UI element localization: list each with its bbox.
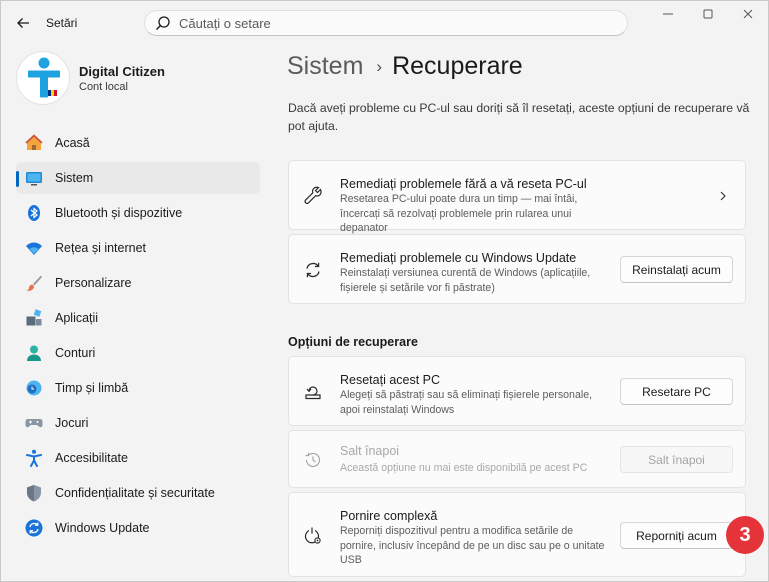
maximize-icon [703, 9, 713, 19]
wifi-icon [26, 242, 42, 255]
sidebar-item-gaming[interactable]: Jocuri [16, 407, 260, 439]
sidebar-item-label: Accesibilitate [55, 451, 128, 465]
restart-now-button[interactable]: Reporniți acum [620, 522, 733, 549]
sidebar-item-label: Timp și limbă [55, 381, 129, 395]
sidebar-item-privacy-security[interactable]: Confidențialitate și securitate [16, 477, 260, 509]
wrench-icon [304, 186, 322, 204]
sidebar-item-label: Conturi [55, 346, 96, 360]
step-number-badge: 3 [726, 516, 764, 554]
troubleshoot-card[interactable]: Remediați problemele fără a vă reseta PC… [288, 160, 746, 234]
account-type: Cont local [79, 81, 128, 93]
sidebar-item-label: Confidențialitate și securitate [55, 486, 215, 500]
go-back-button: Salt înapoi [620, 446, 733, 473]
search-icon [156, 16, 170, 30]
sidebar-nav: Acasă Sistem Bluetooth și dispozitive Re… [16, 127, 260, 547]
accessibility-icon [26, 449, 42, 467]
card-title: Resetați acest PC [340, 373, 441, 387]
intro-text: Dacă aveți probleme cu PC-ul sau doriți … [288, 101, 750, 133]
card-title: Remediați problemele cu Windows Update [340, 251, 577, 265]
apps-icon [26, 309, 42, 326]
sidebar-item-accessibility[interactable]: Accesibilitate [16, 442, 260, 474]
card-title: Salt înapoi [340, 444, 400, 458]
window-controls [648, 1, 768, 27]
recovery-options-heading: Opțiuni de recuperare [288, 335, 418, 349]
settings-window: Setări Digital Citizen Con [0, 0, 769, 582]
app-title: Setări [46, 16, 78, 30]
home-icon [25, 134, 43, 150]
sidebar-item-home[interactable]: Acasă [16, 127, 260, 159]
go-back-card: Salt înapoi Această opțiune nu mai este … [288, 430, 746, 488]
reset-pc-card: Resetați acest PC Alegeți să păstrați sa… [288, 356, 746, 426]
sidebar-item-personalization[interactable]: Personalizare [16, 267, 260, 299]
reset-pc-icon [305, 386, 321, 400]
accounts-icon [27, 345, 41, 361]
sidebar-item-label: Personalizare [55, 276, 132, 290]
system-icon [26, 172, 42, 186]
refresh-icon [306, 262, 320, 278]
card-title: Pornire complexă [340, 509, 438, 523]
reset-pc-button[interactable]: Resetare PC [620, 378, 733, 405]
shield-icon [27, 485, 41, 502]
card-description: Resetarea PC-ului poate dura un timp — m… [340, 193, 578, 234]
close-icon [743, 9, 753, 19]
close-button[interactable] [728, 1, 768, 27]
card-title: Remediați problemele fără a vă reseta PC… [340, 177, 587, 191]
card-description: Această opțiune nu mai este disponibilă … [340, 462, 588, 474]
sidebar-item-label: Sistem [55, 171, 94, 185]
bluetooth-icon [28, 205, 40, 221]
sidebar-item-label: Windows Update [55, 521, 150, 535]
avatar[interactable] [16, 51, 70, 105]
back-arrow-icon [17, 18, 29, 28]
sidebar-item-label: Acasă [55, 136, 90, 150]
fix-windows-update-card: Remediați problemele cu Windows Update R… [288, 234, 746, 304]
sidebar-item-system[interactable]: Sistem [16, 162, 260, 194]
sidebar-item-label: Aplicații [55, 311, 99, 325]
profile-name: Digital Citizen [79, 64, 165, 79]
card-description: Reinstalați versiunea curentă de Windows… [340, 267, 591, 294]
card-description: Alegeți să păstrați sau să eliminați fiș… [340, 389, 593, 416]
sidebar-item-label: Bluetooth și dispozitive [55, 206, 183, 220]
title-bar: Setări [1, 1, 768, 45]
minimize-icon [663, 13, 673, 15]
maximize-button[interactable] [688, 1, 728, 27]
sidebar-item-accounts[interactable]: Conturi [16, 337, 260, 369]
sidebar-item-time-language[interactable]: Timp și limbă [16, 372, 260, 404]
sidebar-item-network[interactable]: Rețea și internet [16, 232, 260, 264]
chevron-right-icon [720, 191, 726, 201]
digital-citizen-logo-icon [28, 57, 60, 98]
brush-icon [26, 275, 42, 291]
card-description: Reporniți dispozitivul pentru a modifica… [340, 525, 605, 566]
page-title: Recuperare [392, 52, 523, 80]
minimize-button[interactable] [648, 1, 688, 27]
history-icon [305, 452, 321, 468]
sidebar-item-bluetooth[interactable]: Bluetooth și dispozitive [16, 197, 260, 229]
breadcrumb: Sistem › Recuperare [287, 52, 523, 81]
advanced-startup-icon [304, 527, 321, 544]
sidebar-item-label: Jocuri [55, 416, 89, 430]
time-language-icon [26, 380, 42, 396]
reinstall-now-button[interactable]: Reinstalați acum [620, 256, 733, 283]
sidebar-item-apps[interactable]: Aplicații [16, 302, 260, 334]
sidebar-item-windows-update[interactable]: Windows Update [16, 512, 260, 544]
breadcrumb-parent[interactable]: Sistem [287, 52, 363, 81]
back-button[interactable] [12, 12, 34, 34]
breadcrumb-separator: › [376, 56, 383, 76]
gamepad-icon [25, 419, 43, 428]
sidebar-item-label: Rețea și internet [55, 241, 147, 255]
windows-update-icon [25, 519, 43, 537]
search-box[interactable] [144, 10, 628, 36]
search-input[interactable] [179, 11, 619, 35]
advanced-startup-card: Pornire complexă Reporniți dispozitivul … [288, 492, 746, 577]
